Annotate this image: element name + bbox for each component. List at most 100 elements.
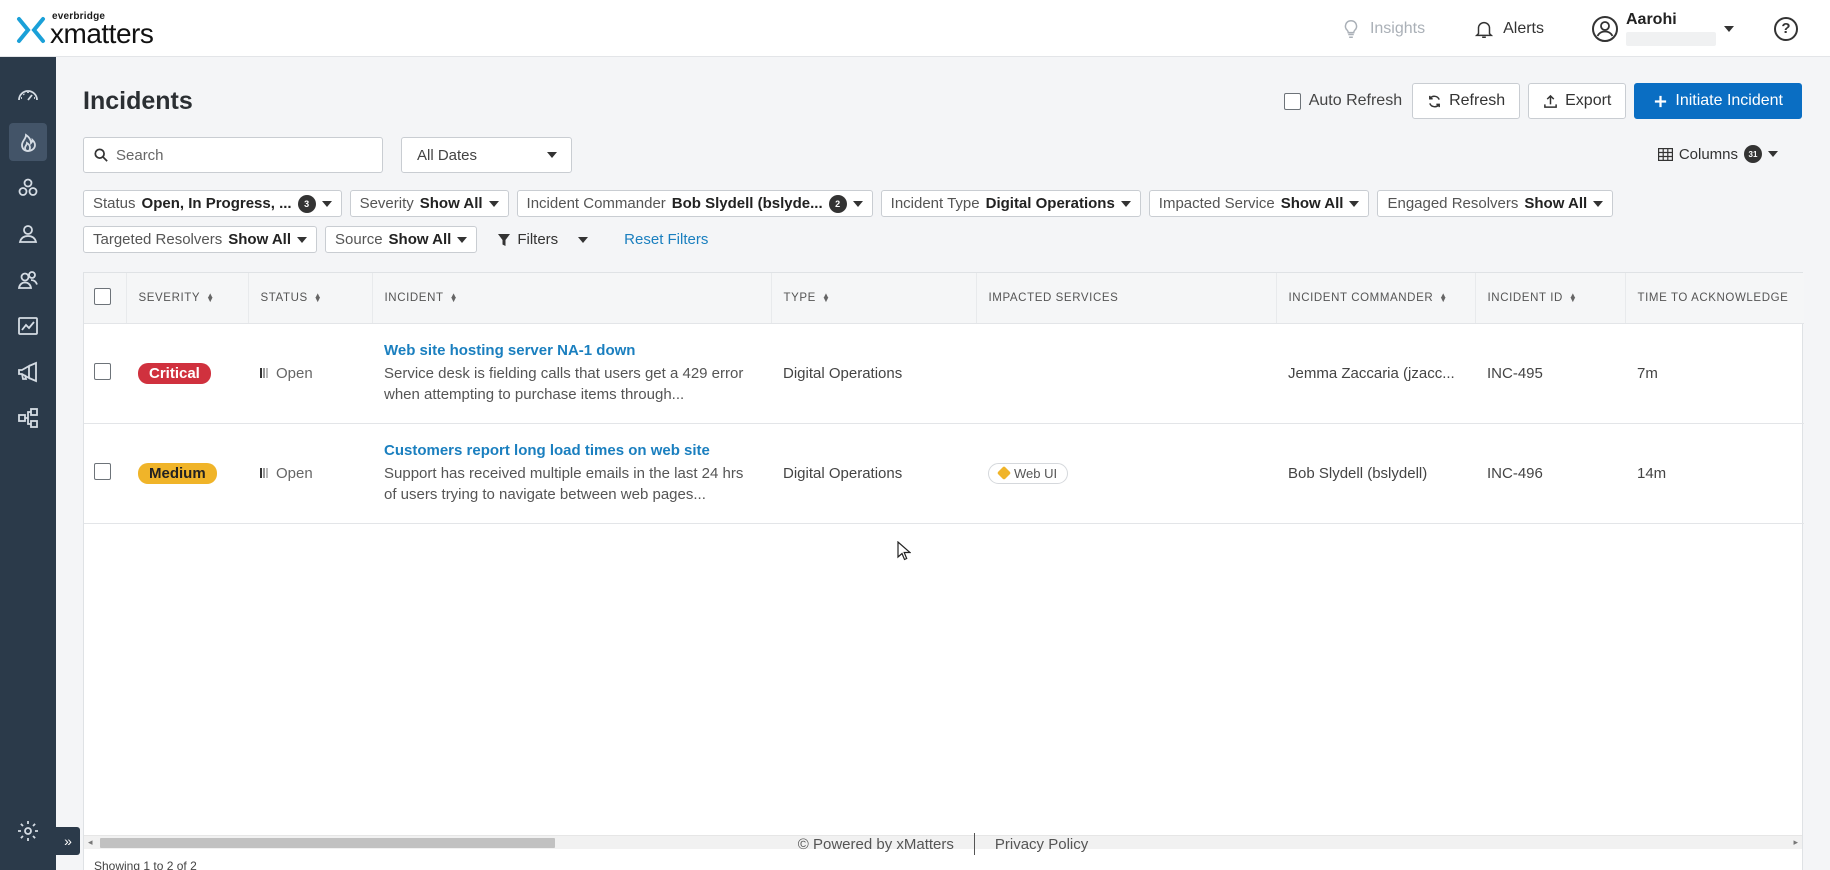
filter-label: Incident Commander xyxy=(526,195,666,212)
sidebar-item-messaging[interactable] xyxy=(9,353,47,391)
row-checkbox[interactable] xyxy=(94,362,111,380)
search-box[interactable] xyxy=(83,137,383,173)
help-icon[interactable]: ? xyxy=(1774,16,1798,41)
column-header-incident-id[interactable]: INCIDENT ID ▲ ▼ xyxy=(1475,273,1626,324)
incident-description: Service desk is fielding calls that user… xyxy=(384,364,744,403)
chevron-down-icon xyxy=(1120,200,1131,207)
column-header-impacted-services: IMPACTED SERVICES xyxy=(976,273,1277,324)
type-cell: Digital Operations xyxy=(771,323,976,424)
filter-status[interactable]: Status Open, In Progress, ... 3 xyxy=(83,190,342,217)
chevron-down-icon xyxy=(488,200,499,207)
refresh-button[interactable]: Refresh xyxy=(1412,83,1521,119)
search-input[interactable] xyxy=(116,146,356,164)
privacy-policy-link[interactable]: Privacy Policy xyxy=(995,836,1088,853)
filter-label: Targeted Resolvers xyxy=(93,231,223,248)
severity-cell: Medium xyxy=(126,423,248,524)
type-cell: Digital Operations xyxy=(771,423,976,524)
row-select-cell xyxy=(84,323,126,424)
filter-value: Show All xyxy=(1524,195,1588,212)
flame-icon xyxy=(21,133,36,152)
insights-link[interactable]: Insights xyxy=(1340,18,1425,40)
sidebar-item-incidents[interactable] xyxy=(9,123,47,161)
filter-incident-commander[interactable]: Incident Commander Bob Slydell (bslyde..… xyxy=(516,190,873,217)
reset-filters-link[interactable]: Reset Filters xyxy=(624,231,708,248)
sidebar-item-analytics[interactable] xyxy=(9,307,47,345)
xmatters-logo-icon xyxy=(16,15,46,45)
filter-count-badge: 2 xyxy=(828,194,847,213)
service-chip[interactable]: Web UI xyxy=(988,462,1069,484)
chevron-down-icon xyxy=(578,236,589,243)
filter-severity[interactable]: Severity Show All xyxy=(349,190,509,217)
sort-icon: ▲ ▼ xyxy=(313,290,323,304)
columns-label: Columns xyxy=(1678,145,1738,163)
row-checkbox[interactable] xyxy=(94,462,111,480)
xmatters-logo[interactable]: everbridge xmatters xyxy=(16,12,154,49)
date-range-select[interactable]: All Dates xyxy=(401,137,572,173)
filter-targeted-resolvers[interactable]: Targeted Resolvers Show All xyxy=(83,226,318,253)
chevron-down-icon xyxy=(321,200,332,207)
filter-label: Severity xyxy=(359,195,414,212)
sidebar-item-services[interactable] xyxy=(9,169,47,207)
initiate-incident-label: Initiate Incident xyxy=(1675,92,1783,109)
sidebar-item-dashboard[interactable] xyxy=(9,77,47,115)
incident-cell: Web site hosting server NA-1 down Servic… xyxy=(372,323,771,424)
search-icon xyxy=(94,148,108,162)
column-header-incident[interactable]: INCIDENT ▲ ▼ xyxy=(372,273,772,324)
logo-title: xmatters xyxy=(50,18,154,49)
chevron-down-icon xyxy=(547,152,557,158)
severity-badge: Medium xyxy=(138,462,217,484)
filter-count-badge: 3 xyxy=(297,194,316,213)
filter-source[interactable]: Source Show All xyxy=(325,226,478,253)
filter-impacted-service[interactable]: Impacted Service Show All xyxy=(1148,190,1370,217)
column-header-severity[interactable]: SEVERITY ▲ ▼ xyxy=(126,273,249,324)
chevron-down-icon xyxy=(852,200,863,207)
column-header-type[interactable]: TYPE ▲ ▼ xyxy=(771,273,977,324)
incident-title-link[interactable]: Web site hosting server NA-1 down xyxy=(384,342,759,359)
row-select-cell xyxy=(84,423,126,524)
workflow-icon xyxy=(18,408,38,428)
impacted-services-cell xyxy=(976,323,1276,424)
filter-bar: Status Open, In Progress, ... 3 Severity… xyxy=(83,190,1803,262)
more-filters-label: Filters xyxy=(517,231,559,248)
filter-engaged-resolvers[interactable]: Engaged Resolvers Show All xyxy=(1377,190,1614,217)
tta-cell: 7m xyxy=(1625,323,1804,424)
user-avatar-icon xyxy=(1592,15,1618,42)
columns-button[interactable]: Columns 31 xyxy=(1657,145,1778,163)
filter-value: Digital Operations xyxy=(985,195,1115,212)
date-range-value: All Dates xyxy=(417,146,478,164)
filter-value: Show All xyxy=(1280,195,1344,212)
export-button[interactable]: Export xyxy=(1528,83,1627,119)
column-header-label: STATUS xyxy=(260,291,308,304)
chevron-down-icon xyxy=(1768,151,1778,157)
mouse-cursor-icon xyxy=(897,540,912,565)
top-bar: everbridge xmatters Insights Alerts Aaro… xyxy=(0,0,1830,57)
table-row[interactable]: Critical Open Web site hosting server NA… xyxy=(84,323,1804,424)
sidebar-item-users[interactable] xyxy=(9,215,47,253)
sidebar-item-groups[interactable] xyxy=(9,261,47,299)
incident-title-link[interactable]: Customers report long load times on web … xyxy=(384,442,759,459)
column-header-status[interactable]: STATUS ▲ ▼ xyxy=(248,273,373,324)
sidebar-item-workflows[interactable] xyxy=(9,399,47,437)
initiate-incident-button[interactable]: Initiate Incident xyxy=(1634,83,1802,119)
status-text: Open xyxy=(276,464,313,482)
alerts-label: Alerts xyxy=(1503,19,1544,37)
table-row[interactable]: Medium Open Customers report long load t… xyxy=(84,423,1804,524)
auto-refresh-checkbox[interactable] xyxy=(1283,92,1301,110)
main-content: Incidents Auto Refresh Refresh Export In… xyxy=(56,57,1830,870)
auto-refresh-toggle[interactable]: Auto Refresh xyxy=(1283,92,1402,110)
more-filters-button[interactable]: Filters xyxy=(497,231,589,248)
severity-cell: Critical xyxy=(126,323,248,424)
select-all-checkbox[interactable] xyxy=(94,287,111,305)
sidebar-item-settings[interactable] xyxy=(9,812,47,850)
hexagon-cluster-icon xyxy=(18,178,38,196)
column-header-label: INCIDENT ID xyxy=(1487,291,1563,304)
column-header-incident-commander[interactable]: INCIDENT COMMANDER ▲ ▼ xyxy=(1276,273,1476,324)
column-header-time-to-acknowledge[interactable]: TIME TO ACKNOWLEDGE xyxy=(1625,273,1804,324)
filter-incident-type[interactable]: Incident Type Digital Operations xyxy=(880,190,1141,217)
commander-cell: Jemma Zaccaria (jzacc... xyxy=(1276,323,1475,424)
megaphone-icon xyxy=(18,361,37,383)
columns-count-badge: 31 xyxy=(1744,145,1762,163)
user-menu[interactable]: Aarohi xyxy=(1592,11,1734,46)
alerts-link[interactable]: Alerts xyxy=(1473,18,1544,40)
filter-value: Open, In Progress, ... xyxy=(141,195,292,212)
